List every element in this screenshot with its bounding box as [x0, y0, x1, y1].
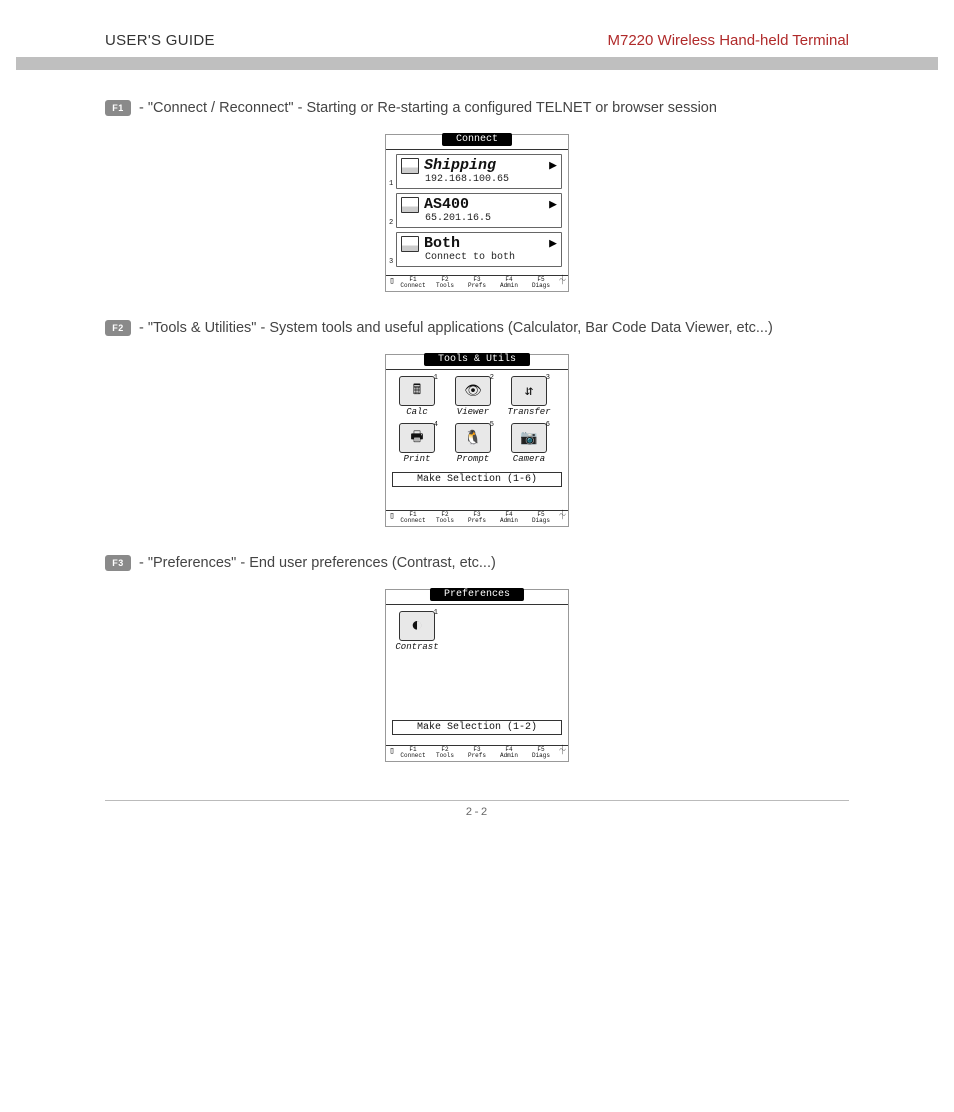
- row-sub: 65.201.16.5: [401, 213, 557, 224]
- device-frame: Preferences 1 ◐ Contrast Make Selection …: [385, 589, 569, 762]
- battery-icon: ▯: [388, 747, 396, 756]
- screen-title-bar: Connect: [386, 135, 568, 150]
- header-left: USER'S GUIDE: [105, 32, 215, 49]
- item-f2-text: - "Tools & Utilities" - System tools and…: [139, 320, 773, 336]
- screenshot-connect: Connect 1 Shipping ▶ 192.168.100.65 2: [105, 134, 849, 292]
- page-header: USER'S GUIDE M7220 Wireless Hand-held Te…: [0, 0, 954, 57]
- app-print[interactable]: 4🖶Print: [394, 423, 440, 464]
- signal-icon: ⏆: [558, 512, 566, 521]
- battery-icon: ▯: [388, 277, 396, 286]
- fkey-badge-f3: F3: [105, 555, 131, 571]
- row-name: Both: [424, 235, 544, 252]
- item-f2: F2 - "Tools & Utilities" - System tools …: [105, 320, 849, 336]
- connect-row-2[interactable]: 2 AS400 ▶ 65.201.16.5: [396, 193, 562, 228]
- chevron-right-icon: ▶: [549, 197, 557, 212]
- screen-title: Tools & Utils: [424, 353, 530, 366]
- app-prompt[interactable]: 5🐧Prompt: [450, 423, 496, 464]
- fkey-badge-f2: F2: [105, 320, 131, 336]
- softkey-bar: ▯ F1Connect F2Tools F3Prefs F4Admin F5Di…: [386, 510, 568, 526]
- screen-title: Preferences: [430, 588, 524, 601]
- row-index: 1: [389, 180, 393, 188]
- screen-title-bar: Tools & Utils: [386, 355, 568, 370]
- terminal-icon: [401, 158, 419, 174]
- chevron-right-icon: ▶: [549, 236, 557, 251]
- fkey-badge-f1: F1: [105, 100, 131, 116]
- tools-grid: 1🖩Calc 2👁Viewer 3⇵Transfer 4🖶Print 5🐧Pro…: [386, 370, 568, 510]
- app-calc[interactable]: 1🖩Calc: [394, 376, 440, 417]
- row-sub: Connect to both: [401, 252, 557, 263]
- header-right: M7220 Wireless Hand-held Terminal: [608, 32, 850, 49]
- screen-title: Connect: [442, 133, 512, 146]
- item-f3: F3 - "Preferences" - End user preference…: [105, 555, 849, 571]
- connect-list: 1 Shipping ▶ 192.168.100.65 2 AS400 ▶: [386, 150, 568, 275]
- terminal-icon: [401, 236, 419, 252]
- item-f1: F1 - "Connect / Reconnect" - Starting or…: [105, 100, 849, 116]
- header-divider: [16, 57, 938, 70]
- page-content: F1 - "Connect / Reconnect" - Starting or…: [0, 100, 954, 859]
- transfer-icon: ⇵: [511, 376, 547, 406]
- app-transfer[interactable]: 3⇵Transfer: [506, 376, 552, 417]
- item-f1-text: - "Connect / Reconnect" - Starting or Re…: [139, 100, 717, 116]
- signal-icon: ⏆: [558, 747, 566, 756]
- print-icon: 🖶: [399, 423, 435, 453]
- viewer-icon: 👁: [455, 376, 491, 406]
- prefs-grid: 1 ◐ Contrast Make Selection (1-2): [386, 605, 568, 745]
- selection-prompt: Make Selection (1-6): [392, 472, 562, 487]
- terminal-icon: [401, 197, 419, 213]
- softkey-bar: ▯ F1Connect F2Tools F3Prefs F4Admin F5Di…: [386, 745, 568, 761]
- selection-prompt: Make Selection (1-2): [392, 720, 562, 735]
- row-name: AS400: [424, 196, 544, 213]
- screen-title-bar: Preferences: [386, 590, 568, 605]
- contrast-icon: ◐: [399, 611, 435, 641]
- page-number: 2-2: [105, 800, 849, 819]
- screenshot-tools: Tools & Utils 1🖩Calc 2👁Viewer 3⇵Transfer…: [105, 354, 849, 527]
- connect-row-1[interactable]: 1 Shipping ▶ 192.168.100.65: [396, 154, 562, 189]
- row-index: 2: [389, 219, 393, 227]
- calc-icon: 🖩: [399, 376, 435, 406]
- prompt-icon: 🐧: [455, 423, 491, 453]
- softkey-bar: ▯ F1Connect F2Tools F3Prefs F4Admin F5Di…: [386, 275, 568, 291]
- row-name: Shipping: [424, 157, 544, 174]
- connect-row-3[interactable]: 3 Both ▶ Connect to both: [396, 232, 562, 267]
- signal-icon: ⏆: [558, 277, 566, 286]
- row-sub: 192.168.100.65: [401, 174, 557, 185]
- app-camera[interactable]: 6📷Camera: [506, 423, 552, 464]
- device-frame: Connect 1 Shipping ▶ 192.168.100.65 2: [385, 134, 569, 292]
- screenshot-prefs: Preferences 1 ◐ Contrast Make Selection …: [105, 589, 849, 762]
- app-viewer[interactable]: 2👁Viewer: [450, 376, 496, 417]
- device-frame: Tools & Utils 1🖩Calc 2👁Viewer 3⇵Transfer…: [385, 354, 569, 527]
- row-index: 3: [389, 258, 393, 266]
- battery-icon: ▯: [388, 512, 396, 521]
- item-f3-text: - "Preferences" - End user preferences (…: [139, 555, 496, 571]
- camera-icon: 📷: [511, 423, 547, 453]
- chevron-right-icon: ▶: [549, 158, 557, 173]
- app-contrast[interactable]: 1 ◐ Contrast: [394, 611, 440, 652]
